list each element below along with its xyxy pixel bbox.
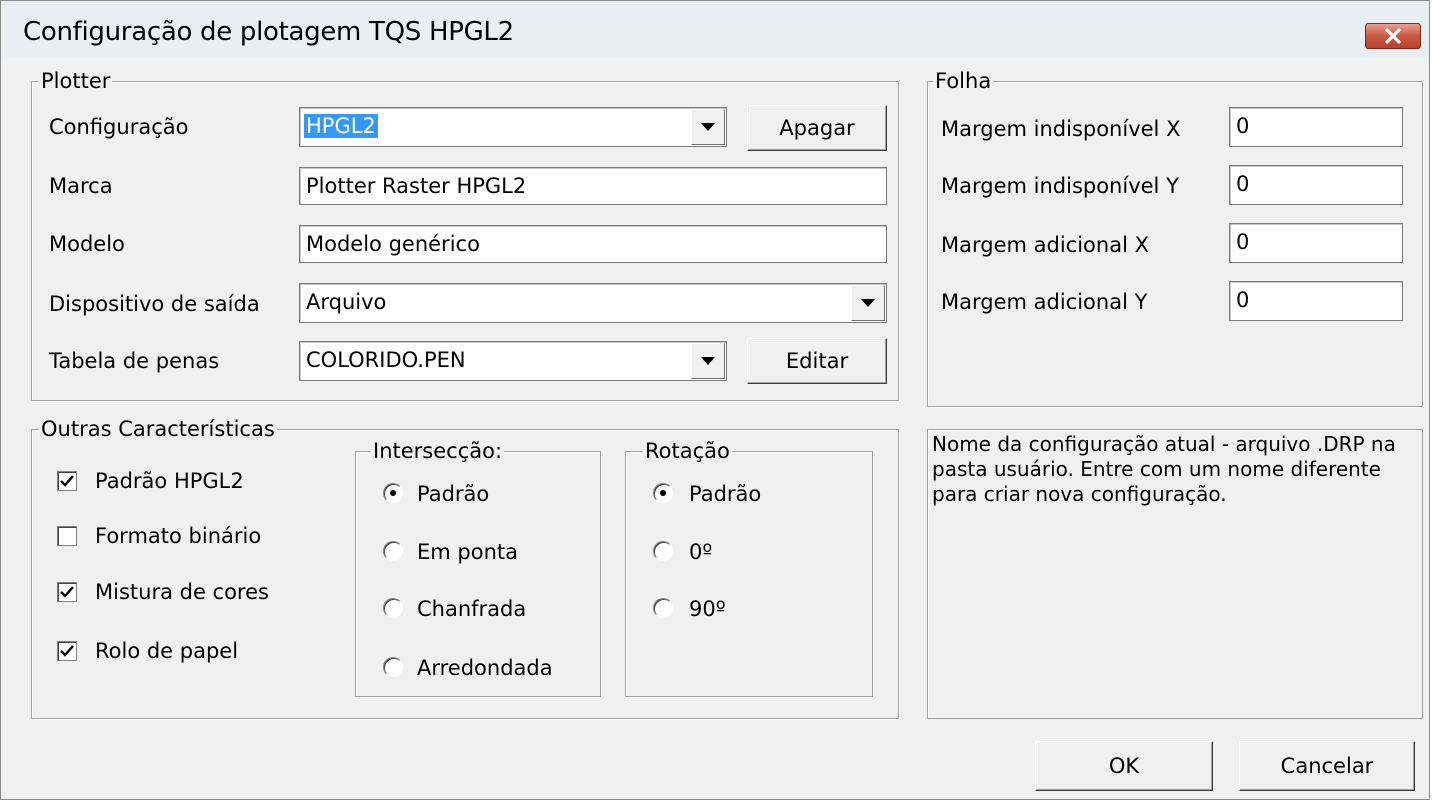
interseccao-em-ponta-radio[interactable] xyxy=(383,541,403,561)
tabela-value: COLORIDO.PEN xyxy=(306,348,466,372)
dispositivo-dropdown-button[interactable] xyxy=(851,285,885,321)
margem-adicional-x-input[interactable]: 0 xyxy=(1229,223,1403,263)
cancel-button[interactable]: Cancelar xyxy=(1239,741,1415,791)
ok-button[interactable]: OK xyxy=(1035,741,1213,791)
rolo-de-papel-checkbox[interactable] xyxy=(57,641,77,661)
configuracao-combo[interactable]: HPGL2 xyxy=(299,107,727,147)
interseccao-arredondada-radio[interactable] xyxy=(383,657,403,677)
rotacao-padrao-label: Padrão xyxy=(689,482,762,506)
interseccao-chanfrada-label: Chanfrada xyxy=(417,597,527,621)
marca-input[interactable]: Plotter Raster HPGL2 xyxy=(299,167,887,205)
configuracao-dropdown-button[interactable] xyxy=(691,109,725,145)
folha-legend: Folha xyxy=(933,69,994,93)
margem-adicional-y-label: Margem adicional Y xyxy=(941,290,1148,314)
interseccao-padrao-label: Padrão xyxy=(417,482,490,506)
margem-indisponivel-x-label: Margem indisponível X xyxy=(941,117,1181,141)
dispositivo-value: Arquivo xyxy=(306,290,387,314)
interseccao-em-ponta-label: Em ponta xyxy=(417,540,518,564)
tabela-label: Tabela de penas xyxy=(49,349,220,373)
mistura-de-cores-checkbox[interactable] xyxy=(57,582,77,602)
interseccao-arredondada-label: Arredondada xyxy=(417,656,553,680)
padrao-hpgl2-checkbox[interactable] xyxy=(57,471,77,491)
plot-config-dialog: Configuração de plotagem TQS HPGL2 Plott… xyxy=(0,0,1430,800)
marca-label: Marca xyxy=(49,174,113,198)
tabela-combo[interactable]: COLORIDO.PEN xyxy=(299,341,727,381)
mistura-de-cores-label: Mistura de cores xyxy=(95,580,269,604)
margem-adicional-x-label: Margem adicional X xyxy=(941,233,1149,257)
chevron-down-icon xyxy=(701,357,715,365)
window-title: Configuração de plotagem TQS HPGL2 xyxy=(23,17,514,47)
tabela-dropdown-button[interactable] xyxy=(691,343,725,379)
dispositivo-combo[interactable]: Arquivo xyxy=(299,283,887,323)
editar-button[interactable]: Editar xyxy=(747,338,887,384)
configuracao-label: Configuração xyxy=(49,115,189,139)
formato-binario-label: Formato binário xyxy=(95,524,262,548)
apagar-button[interactable]: Apagar xyxy=(747,105,887,151)
help-text-box: Nome da configuração atual - arquivo .DR… xyxy=(927,429,1423,719)
title-bar: Configuração de plotagem TQS HPGL2 xyxy=(1,1,1429,57)
rotacao-90-radio[interactable] xyxy=(653,598,673,618)
margem-indisponivel-y-input[interactable]: 0 xyxy=(1229,165,1403,205)
formato-binario-checkbox[interactable] xyxy=(57,526,77,546)
rotacao-0-label: 0º xyxy=(689,540,713,564)
rotacao-0-radio[interactable] xyxy=(653,541,673,561)
padrao-hpgl2-label: Padrão HPGL2 xyxy=(95,469,244,493)
interseccao-legend: Intersecção: xyxy=(371,439,505,463)
rotacao-legend: Rotação xyxy=(643,439,732,463)
check-icon xyxy=(60,475,74,487)
margem-indisponivel-y-label: Margem indisponível Y xyxy=(941,174,1179,198)
chevron-down-icon xyxy=(701,123,715,131)
interseccao-padrao-radio[interactable] xyxy=(383,483,403,503)
margem-adicional-y-input[interactable]: 0 xyxy=(1229,281,1403,321)
modelo-label: Modelo xyxy=(49,232,125,256)
rotacao-padrao-radio[interactable] xyxy=(653,483,673,503)
configuracao-value: HPGL2 xyxy=(304,114,378,138)
chevron-down-icon xyxy=(861,299,875,307)
modelo-input[interactable]: Modelo genérico xyxy=(299,225,887,263)
check-icon xyxy=(60,645,74,657)
check-icon xyxy=(60,586,74,598)
plotter-legend: Plotter xyxy=(39,69,113,93)
rotacao-90-label: 90º xyxy=(689,597,726,621)
dispositivo-label: Dispositivo de saída xyxy=(49,292,260,316)
margem-indisponivel-x-input[interactable]: 0 xyxy=(1229,107,1403,147)
close-button[interactable] xyxy=(1365,23,1421,49)
outras-legend: Outras Características xyxy=(39,417,277,441)
interseccao-chanfrada-radio[interactable] xyxy=(383,598,403,618)
close-icon xyxy=(1385,28,1401,44)
rolo-de-papel-label: Rolo de papel xyxy=(95,639,239,663)
